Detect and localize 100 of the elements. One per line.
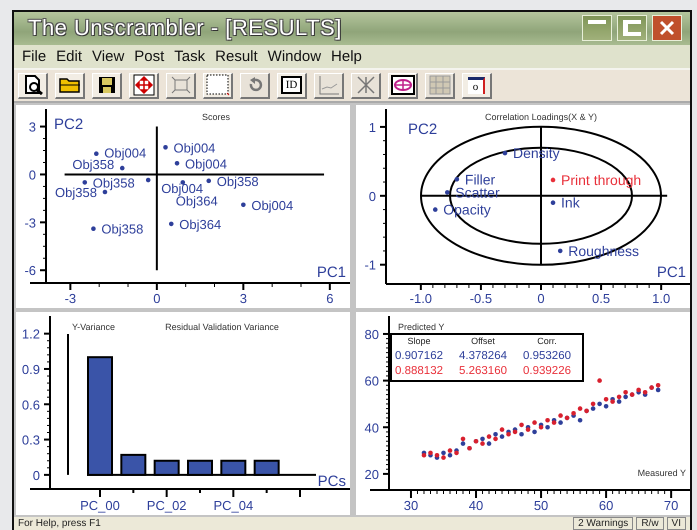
tick-label: 1.0 [652, 291, 670, 306]
tick-label: 40 [364, 420, 379, 436]
axis-label: PC1 [316, 264, 346, 281]
bar [120, 454, 146, 476]
tick-label: 0.9 [22, 362, 40, 377]
tick-label: 1 [368, 120, 376, 135]
status-pane: R/w [636, 517, 664, 530]
tick-label: 0 [537, 291, 545, 306]
statistic-value: 0.888132 [395, 365, 443, 377]
maximize-button[interactable] [617, 15, 647, 42]
axis-label: Predicted Y [398, 322, 444, 332]
menu-item[interactable]: File [22, 48, 46, 65]
point-label: Obj364 [179, 216, 222, 232]
menu-item[interactable]: Help [331, 48, 362, 65]
maximize-icon [621, 19, 643, 38]
axis-label: PC1 [656, 264, 686, 281]
statistic-value: 5.263160 [459, 365, 507, 377]
bar [220, 460, 246, 476]
tick-label: 0.3 [22, 432, 40, 448]
point-label: Obj358 [216, 174, 259, 189]
column-header: Offset [471, 336, 495, 346]
tick-label: -3 [24, 215, 36, 230]
tick-label: PC_04 [213, 498, 254, 513]
tick-label: 30 [404, 498, 418, 513]
tick-label: 80 [364, 326, 379, 342]
status-text: For Help, press F1 [18, 518, 102, 529]
toolbar-button[interactable] [388, 72, 418, 99]
close-button[interactable] [652, 15, 682, 42]
minimize-icon [588, 20, 606, 24]
menu-item[interactable]: View [92, 48, 124, 65]
column-header: Slope [407, 336, 431, 346]
tick-label: -1.0 [410, 291, 432, 306]
bar [254, 460, 280, 476]
move-arrows-icon [132, 74, 154, 96]
tick-label: 20 [364, 466, 379, 482]
tick-label: 0.5 [592, 291, 610, 306]
point-label: Obj004 [174, 140, 216, 156]
statistic-value: 0.907162 [395, 350, 443, 362]
tick-label: -3 [64, 291, 76, 306]
toolbar-button[interactable]: o [462, 72, 492, 99]
statistic-value: 0.939226 [523, 365, 571, 377]
tick-label: PC_00 [80, 498, 120, 513]
axis-label: PC2 [54, 116, 84, 133]
tick-label: 3 [240, 291, 247, 306]
tick-label: 60 [598, 498, 614, 513]
status-pane: 2 Warnings [573, 517, 634, 530]
statistic-value: 4.378264 [459, 350, 507, 362]
tick-label: -1 [364, 258, 376, 273]
chart-title: Correlation Loadings(X & Y) [485, 112, 597, 122]
folder-icon [58, 76, 80, 94]
toolbar-button[interactable] [18, 72, 48, 99]
chart-title: Scores [202, 112, 230, 122]
window-title: The Unscrambler - [RESULTS] [28, 15, 342, 42]
tick-label: 1.2 [22, 326, 40, 342]
tick-label: -6 [24, 263, 36, 278]
column-header: Corr. [537, 336, 557, 346]
print-preview-icon [22, 75, 42, 96]
menu-item[interactable]: Post [134, 48, 164, 65]
axis-label: Y-Variance [72, 322, 116, 332]
tick-label: 40 [468, 498, 484, 513]
axis-label: PC2 [408, 121, 438, 138]
tick-label: 0 [153, 291, 160, 306]
toolbar-button[interactable] [92, 72, 122, 99]
point-label: Obj004 [185, 156, 227, 172]
menu-item[interactable]: Window [268, 48, 322, 65]
point-label: Obj358 [101, 222, 144, 237]
axis-label: Measured Y [638, 468, 686, 478]
minimize-button[interactable] [582, 15, 612, 42]
grid-icon [428, 75, 450, 96]
tick-label: 0 [28, 167, 36, 182]
tick-label: 0.6 [22, 397, 40, 412]
tick-label: 3 [28, 120, 36, 135]
point-label: Obj004 [161, 181, 204, 196]
toolbar-button[interactable] [55, 72, 85, 99]
tick-label: 70 [664, 498, 678, 513]
statistic-value: 0.953260 [523, 350, 571, 362]
frame-icon [170, 76, 190, 94]
point-label: Filler [464, 171, 496, 188]
menu-item[interactable]: Edit [56, 48, 82, 65]
tick-label: 6 [326, 291, 334, 306]
selection-rectangle-icon [206, 74, 230, 96]
point-label: Ink [561, 194, 580, 211]
tick-label: 0 [32, 468, 40, 483]
toolbar-button[interactable] [129, 72, 159, 99]
line-chart-icon [318, 75, 340, 96]
tick-label: 60 [364, 374, 379, 389]
tick-label: 0 [368, 188, 376, 204]
axis-label: PCs [318, 473, 346, 490]
toolbar-button[interactable] [203, 72, 233, 99]
tick-label: 50 [534, 498, 548, 513]
bar [187, 460, 213, 476]
menu-item[interactable]: Result [215, 48, 258, 65]
tick-label: -0.5 [470, 291, 492, 306]
chart-title: Residual Validation Variance [165, 322, 279, 332]
bar [154, 460, 180, 476]
toolbar-button[interactable]: ID [277, 72, 307, 99]
status-pane: VI [666, 517, 686, 530]
menu-item[interactable]: Task [174, 48, 206, 65]
tick-label: PC_02 [146, 498, 187, 513]
point-label: Obj004 [251, 198, 294, 213]
